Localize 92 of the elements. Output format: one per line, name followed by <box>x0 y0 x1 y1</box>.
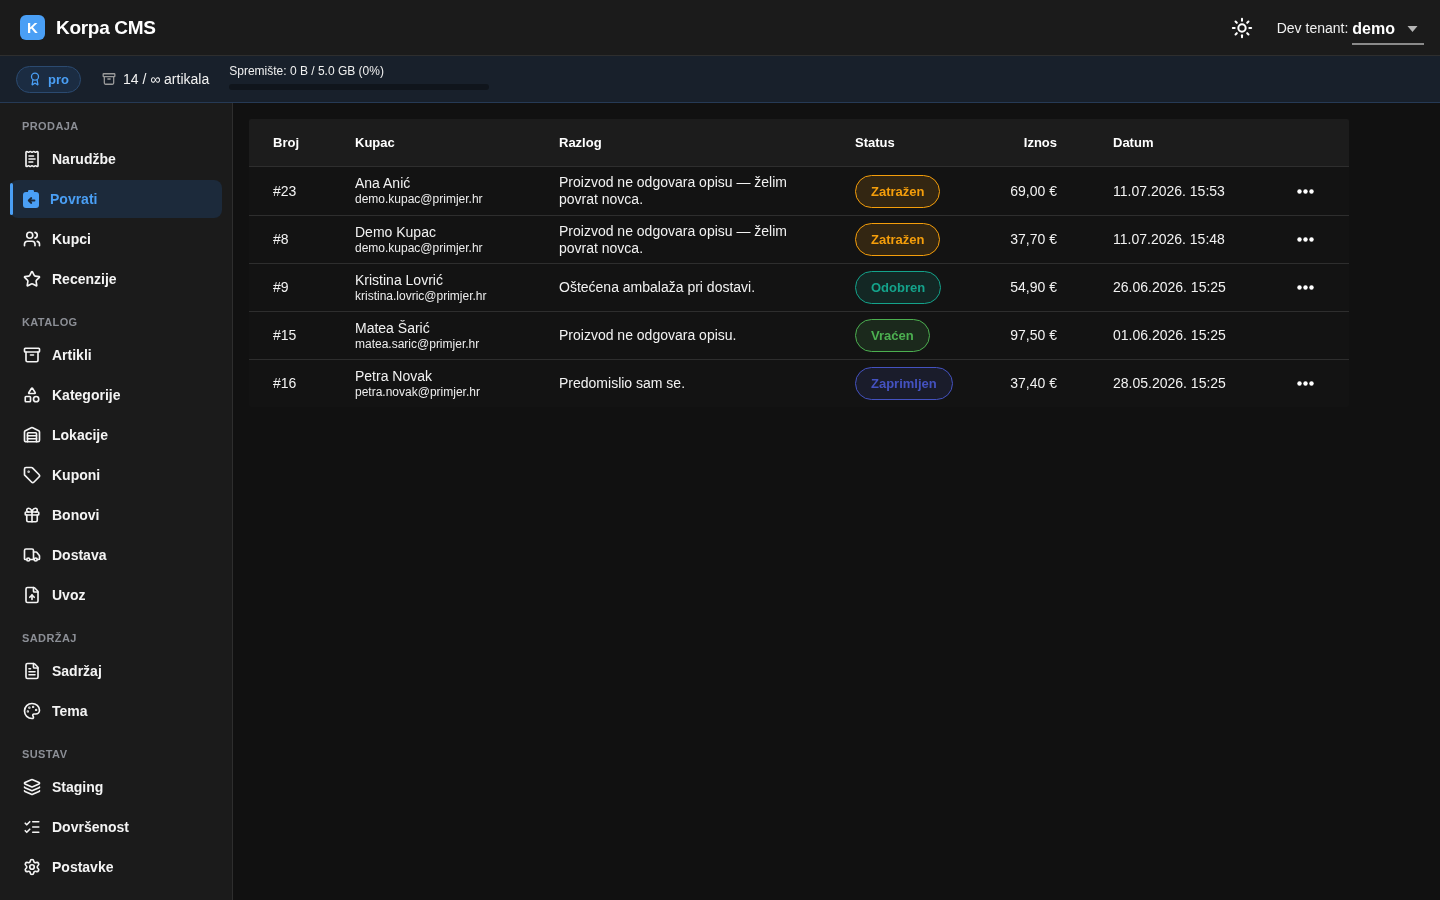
return-number: #9 <box>273 279 289 296</box>
more-options-icon[interactable] <box>1297 188 1314 194</box>
sidebar-item[interactable]: Dostava <box>10 536 222 574</box>
sidebar-item[interactable]: Sadržaj <box>10 652 222 690</box>
more-options-icon[interactable] <box>1297 237 1314 242</box>
column-header: Broj <box>273 135 299 150</box>
customer-name: Matea Šarić <box>355 319 430 336</box>
return-number: #8 <box>273 231 289 248</box>
customer-email: demo.kupac@primjer.hr <box>355 191 483 207</box>
sidebar-item[interactable]: Bonovi <box>10 496 222 534</box>
sidebar-item[interactable]: Povrati <box>10 180 222 218</box>
award-icon <box>28 72 42 86</box>
sidebar-item[interactable]: Kupci <box>10 220 222 258</box>
sidebar-item[interactable]: Staging <box>10 768 222 806</box>
customer-name: Kristina Lovrić <box>355 271 443 288</box>
return-date: 11.07.2026. 15:53 <box>1113 182 1225 200</box>
receipt-icon <box>23 150 41 168</box>
refund-amount: 37,40 € <box>1010 375 1057 392</box>
logo-letter: K <box>20 15 45 40</box>
sidebar-item[interactable]: Tema <box>10 692 222 730</box>
sidebar-item[interactable]: Dovršenost <box>10 808 222 846</box>
customer-name: Petra Novak <box>355 367 433 384</box>
sidebar-item[interactable]: Lokacije <box>10 416 222 454</box>
column-header: Kupac <box>355 135 395 150</box>
tenant-label: Dev tenant: <box>1276 19 1349 36</box>
refund-amount: 37,70 € <box>1010 231 1057 248</box>
column-header: Iznos <box>1023 135 1057 150</box>
status-badge: Zatražen <box>855 174 941 208</box>
customer-email: matea.saric@primjer.hr <box>355 335 480 352</box>
sun-icon[interactable] <box>1230 16 1253 39</box>
sidebar-item[interactable]: Narudžbe <box>10 140 222 178</box>
sidebar-item[interactable]: Recenzije <box>10 260 222 298</box>
star-icon <box>23 270 41 288</box>
return-date: 11.07.2026. 15:48 <box>1113 231 1225 248</box>
section-heading: PRODAJA <box>21 119 80 133</box>
refund-amount: 97,50 € <box>1010 327 1057 344</box>
checklist-icon <box>23 818 41 836</box>
shapes-icon <box>23 386 41 404</box>
tag-icon <box>23 466 41 484</box>
column-header: Status <box>855 135 895 150</box>
return-date: 01.06.2026. 15:25 <box>1113 327 1226 344</box>
status-badge: Zaprimljen <box>855 367 953 400</box>
customer-email: demo.kupac@primjer.hr <box>355 240 483 256</box>
file-upload-icon <box>23 586 41 604</box>
sidebar-item[interactable]: Uvoz <box>10 576 222 614</box>
refund-amount: 54,90 € <box>1010 279 1057 296</box>
column-header: Datum <box>1113 135 1154 150</box>
customer-email: petra.novak@primjer.hr <box>355 383 480 400</box>
archive-icon <box>101 72 116 86</box>
return-reason: Proizvod ne odgovara opisu — želim povrat novca. <box>559 222 788 257</box>
settings-icon <box>23 858 41 876</box>
plan-badge: pro <box>16 65 81 93</box>
document-icon <box>23 662 41 680</box>
more-options-icon[interactable] <box>1297 285 1314 290</box>
status-badge: Vraćen <box>855 319 930 352</box>
return-number: #23 <box>273 182 297 200</box>
caret-icon <box>1407 25 1418 32</box>
section-heading: SUSTAV <box>21 747 69 761</box>
section-heading: SADRŽAJ <box>21 631 78 645</box>
article-count: 14 / ∞ artikala <box>122 71 210 87</box>
customer-name: Ana Anić <box>355 175 411 191</box>
return-date: 28.05.2026. 15:25 <box>1113 375 1226 392</box>
return-number: #15 <box>273 327 297 344</box>
return-reason: Predomislio sam se. <box>559 375 686 392</box>
gift-icon <box>23 506 41 524</box>
sidebar-item[interactable]: Artikli <box>10 336 222 374</box>
layers-icon <box>23 778 41 796</box>
column-header: Razlog <box>559 135 602 150</box>
clipboard-return-icon <box>23 190 39 208</box>
more-options-icon[interactable] <box>1297 381 1314 386</box>
customer-name: Demo Kupac <box>355 223 436 240</box>
return-reason: Proizvod ne odgovara opisu. <box>559 327 737 344</box>
section-heading: KATALOG <box>21 315 79 329</box>
tenant-select[interactable]: demo <box>1352 14 1424 45</box>
status-badge: Odobren <box>855 271 942 304</box>
sidebar-item[interactable]: Kuponi <box>10 456 222 494</box>
storage-label: Spremište: 0 B / 5.0 GB (0%) <box>229 64 385 78</box>
return-reason: Oštećena ambalaža pri dostavi. <box>559 279 756 296</box>
app-title: Korpa CMS <box>56 16 156 39</box>
archive-icon <box>23 346 41 364</box>
sidebar-item[interactable]: Postavke <box>10 848 222 886</box>
return-reason: Proizvod ne odgovara opisu — želim povrat novca. <box>559 174 788 208</box>
return-number: #16 <box>273 375 297 392</box>
customer-email: kristina.lovric@primjer.hr <box>355 287 487 304</box>
sidebar-item[interactable]: Kategorije <box>10 376 222 414</box>
refund-amount: 69,00 € <box>1010 182 1057 200</box>
status-badge: Zatražen <box>855 223 941 256</box>
truck-icon <box>23 546 41 564</box>
users-icon <box>23 230 41 248</box>
return-date: 26.06.2026. 15:25 <box>1113 279 1226 296</box>
warehouse-icon <box>23 426 41 444</box>
palette-icon <box>23 702 41 720</box>
